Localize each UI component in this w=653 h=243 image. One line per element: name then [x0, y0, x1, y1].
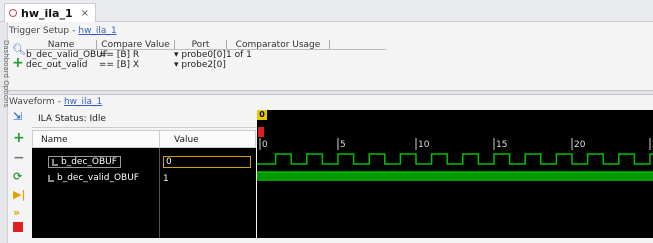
tab-hw-ila-1[interactable]: hw_ila_1 ×	[4, 3, 97, 22]
trigger-usage	[226, 60, 330, 70]
trigger-radix: [B]	[116, 60, 131, 70]
signal-row[interactable]: b_dec_OBUF	[48, 156, 121, 168]
collapse-icon[interactable]: ⇲	[13, 110, 22, 123]
value-column-header[interactable]: Value	[160, 130, 256, 148]
panel-divider[interactable]	[9, 90, 653, 95]
signal-trace[interactable]	[257, 172, 653, 181]
signal-value[interactable]: 0	[163, 156, 251, 168]
signal-name: b_dec_OBUF	[61, 157, 117, 167]
trigger-position-marker[interactable]	[258, 127, 264, 137]
port-dropdown-icon: ▾	[174, 50, 179, 60]
tab-bar	[0, 0, 653, 22]
trigger-value: X	[132, 60, 140, 70]
trigger-radix: [B]	[116, 50, 131, 60]
signal-row[interactable]: b_dec_valid_OBUF	[48, 173, 139, 183]
ila-status: ILA Status: Idle	[32, 110, 256, 128]
trigger-setup-title: Trigger Setup	[9, 26, 70, 36]
run-icon[interactable]: ⟳	[13, 170, 22, 183]
stop-icon[interactable]	[13, 222, 23, 232]
name-column-header[interactable]: Name	[32, 130, 160, 148]
trigger-setup-sep: -	[72, 26, 76, 36]
trigger-port-value: probe2[0]	[181, 60, 226, 70]
trigger-op: ==	[98, 50, 114, 60]
waveform-link[interactable]: hw_ila_1	[64, 97, 102, 107]
table-row[interactable]: dec_out_valid == [B] X ▾ probe2[0]	[26, 60, 386, 70]
trigger-compare-value[interactable]: == [B] X	[96, 60, 174, 70]
table-row[interactable]: b_dec_valid_OBUF == [B] R ▾ probe0[0] 1 …	[26, 50, 386, 60]
column-header-name[interactable]: Name	[26, 40, 96, 50]
signal-icon	[52, 158, 58, 166]
signal-name: b_dec_valid_OBUF	[57, 173, 139, 183]
run-trigger-icon[interactable]: ▶|	[13, 188, 25, 201]
trigger-setup-header: Trigger Setup - hw_ila_1	[9, 24, 649, 38]
time-tick-label: 5	[340, 140, 346, 150]
trigger-compare-value[interactable]: == [B] R	[96, 50, 174, 60]
trigger-port[interactable]: ▾ probe0[0]	[174, 50, 226, 60]
signal-icon	[48, 174, 54, 182]
waveform-header: Waveform - hw_ila_1	[9, 96, 653, 108]
add-icon[interactable]: +	[13, 130, 25, 146]
column-header-port[interactable]: Port	[174, 40, 226, 50]
tab-title: hw_ila_1	[21, 6, 73, 20]
trigger-marker[interactable]: 0	[257, 110, 267, 120]
trigger-name: b_dec_valid_OBUF	[26, 50, 108, 60]
trigger-table-header: Name Compare Value Port Comparator Usage	[26, 40, 386, 50]
time-tick-label: 15	[496, 140, 507, 150]
port-dropdown-icon: ▾	[174, 60, 179, 70]
signal-name-list: b_dec_OBUF b_dec_valid_OBUF	[32, 148, 160, 238]
signal-trace[interactable]	[257, 153, 653, 165]
column-header-compare-value[interactable]: Compare Value	[96, 40, 174, 50]
trigger-table: Name Compare Value Port Comparator Usage…	[26, 40, 386, 70]
column-header-comparator-usage[interactable]: Comparator Usage	[226, 40, 330, 50]
waveform-sep: -	[57, 97, 61, 107]
remove-icon[interactable]: −	[13, 150, 25, 166]
time-tick-label: 0	[262, 140, 268, 150]
signal-value[interactable]: 1	[163, 174, 169, 184]
trigger-op: ==	[98, 60, 114, 70]
signal-value-list: 0 1	[160, 148, 256, 238]
trigger-port-value: probe0[0]	[181, 50, 226, 60]
close-icon[interactable]: ×	[81, 8, 89, 19]
waveform-plot[interactable]: 0510152025	[257, 110, 653, 238]
waveform-toolbar: ⇲ + − ⟳ ▶| »	[9, 110, 31, 238]
trigger-port[interactable]: ▾ probe2[0]	[174, 60, 226, 70]
trigger-usage: 1 of 1	[226, 50, 252, 60]
waveform-title: Waveform	[9, 97, 55, 107]
run-immediate-icon[interactable]: »	[13, 206, 20, 219]
trigger-value: R	[132, 50, 140, 60]
time-tick-label: 10	[418, 140, 430, 150]
trigger-setup-link[interactable]: hw_ila_1	[78, 26, 116, 36]
add-icon[interactable]: +	[12, 55, 24, 71]
ila-icon	[9, 9, 17, 17]
trigger-name: dec_out_valid	[26, 60, 88, 70]
time-tick-label: 20	[574, 140, 586, 150]
